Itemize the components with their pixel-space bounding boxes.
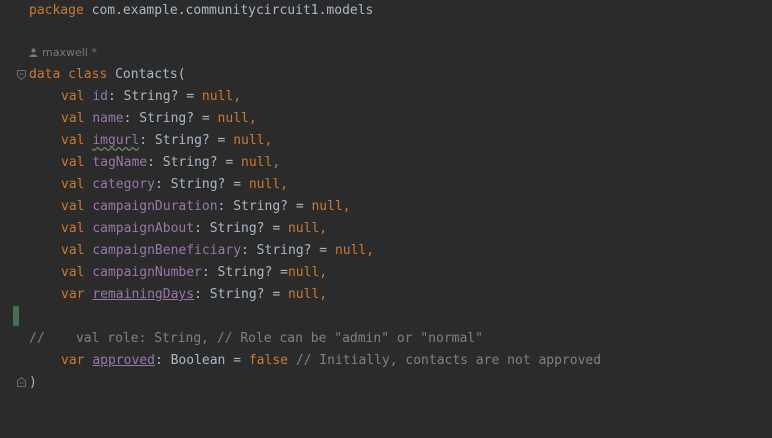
field-type: : String? = bbox=[107, 89, 202, 104]
field-keyword: val bbox=[61, 221, 85, 236]
author-inlay-hint[interactable]: maxwell * bbox=[29, 45, 97, 61]
field-type: : String? = bbox=[201, 265, 288, 280]
field-line: val imgurl: String? = null, bbox=[0, 130, 272, 152]
field-name: remainingDays bbox=[92, 287, 195, 302]
field-comma: , bbox=[319, 287, 328, 302]
field-keyword: val bbox=[61, 155, 85, 170]
field-default: null bbox=[241, 155, 273, 170]
field-comma: , bbox=[342, 199, 351, 214]
field-line: val name: String? = null, bbox=[0, 108, 257, 130]
package-name: com.example.communitycircuit1.models bbox=[91, 3, 374, 18]
field-default: null bbox=[287, 287, 320, 302]
code-editor[interactable]: package com.example.communitycircuit1.mo… bbox=[0, 0, 772, 414]
field-keyword: var bbox=[61, 353, 85, 368]
field-keyword: val bbox=[61, 133, 85, 148]
field-name: id bbox=[92, 89, 108, 104]
field-keyword: val bbox=[61, 265, 85, 280]
field-name: campaignBeneficiary bbox=[92, 243, 242, 258]
field-line: val tagName: String? = null, bbox=[0, 152, 280, 174]
field-line: val category: String? = null, bbox=[0, 174, 288, 196]
field-line: val id: String? = null, bbox=[0, 86, 241, 108]
field-type: : String? = bbox=[241, 243, 335, 258]
person-icon bbox=[29, 48, 38, 57]
field-default: null bbox=[311, 199, 343, 214]
field-type: : Boolean = bbox=[154, 353, 249, 368]
field-line: val campaignAbout: String? = null, bbox=[0, 218, 327, 240]
package-keyword: package bbox=[29, 3, 84, 18]
field-keyword: val bbox=[61, 199, 85, 214]
field-name: imgurl bbox=[92, 133, 140, 148]
closing-line: ) bbox=[0, 372, 47, 394]
author-name: maxwell * bbox=[42, 46, 97, 59]
field-line: val campaignBeneficiary: String? = null, bbox=[0, 240, 374, 262]
field-comma: , bbox=[366, 243, 375, 258]
field-comma: , bbox=[319, 221, 328, 236]
field-name: campaignAbout bbox=[92, 221, 195, 236]
field-comma: , bbox=[319, 265, 328, 280]
commented-line: // val role: String, // Role can be "adm… bbox=[0, 328, 483, 350]
field-default: null bbox=[217, 111, 249, 126]
field-type: : String? = bbox=[147, 155, 242, 170]
field-line: var remainingDays: String? = null, bbox=[0, 284, 327, 306]
field-type: : String? = bbox=[154, 177, 249, 192]
field-keyword: val bbox=[61, 111, 85, 126]
field-keyword: val bbox=[61, 89, 85, 104]
field-default: null bbox=[233, 133, 265, 148]
field-name: campaignDuration bbox=[92, 199, 218, 214]
field-keyword: val bbox=[61, 243, 85, 258]
field-line: val campaignDuration: String? = null, bbox=[0, 196, 351, 218]
field-default: null bbox=[201, 89, 234, 104]
field-name: category bbox=[92, 177, 155, 192]
class-keyword: class bbox=[68, 67, 108, 82]
data-keyword: data bbox=[29, 67, 61, 82]
closing-paren: ) bbox=[29, 375, 37, 390]
field-default: null bbox=[248, 177, 281, 192]
field-default: null bbox=[334, 243, 367, 258]
approved-field-line: var approved: Boolean = false // Initial… bbox=[0, 350, 601, 372]
field-default: false bbox=[248, 353, 288, 368]
field-default: null bbox=[287, 221, 320, 236]
line-comment: // val role: String, // Role can be "adm… bbox=[29, 331, 483, 346]
field-name: approved bbox=[92, 353, 155, 368]
field-type: : String? = bbox=[139, 133, 234, 148]
field-comma: , bbox=[248, 111, 257, 126]
field-comma: , bbox=[264, 133, 273, 148]
field-comma: , bbox=[280, 177, 288, 192]
field-type: : String? = bbox=[123, 111, 218, 126]
field-name: campaignNumber bbox=[92, 265, 202, 280]
field-comma: , bbox=[272, 155, 281, 170]
class-declaration-line: data class Contacts( bbox=[0, 64, 186, 86]
field-type: : String? = bbox=[217, 199, 312, 214]
field-keyword: var bbox=[61, 287, 85, 302]
field-comma: , bbox=[233, 89, 242, 104]
field-name: tagName bbox=[92, 155, 148, 170]
field-name: name bbox=[92, 111, 124, 126]
field-default: null bbox=[287, 265, 320, 280]
field-type: : String? = bbox=[194, 221, 288, 236]
inline-comment: // Initially, contacts are not approved bbox=[288, 353, 602, 368]
field-line: val campaignNumber: String? =null, bbox=[0, 262, 327, 284]
field-type: : String? = bbox=[194, 287, 288, 302]
field-keyword: val bbox=[61, 177, 85, 192]
package-line: package com.example.communitycircuit1.mo… bbox=[0, 0, 373, 22]
class-name: Contacts( bbox=[115, 67, 186, 82]
